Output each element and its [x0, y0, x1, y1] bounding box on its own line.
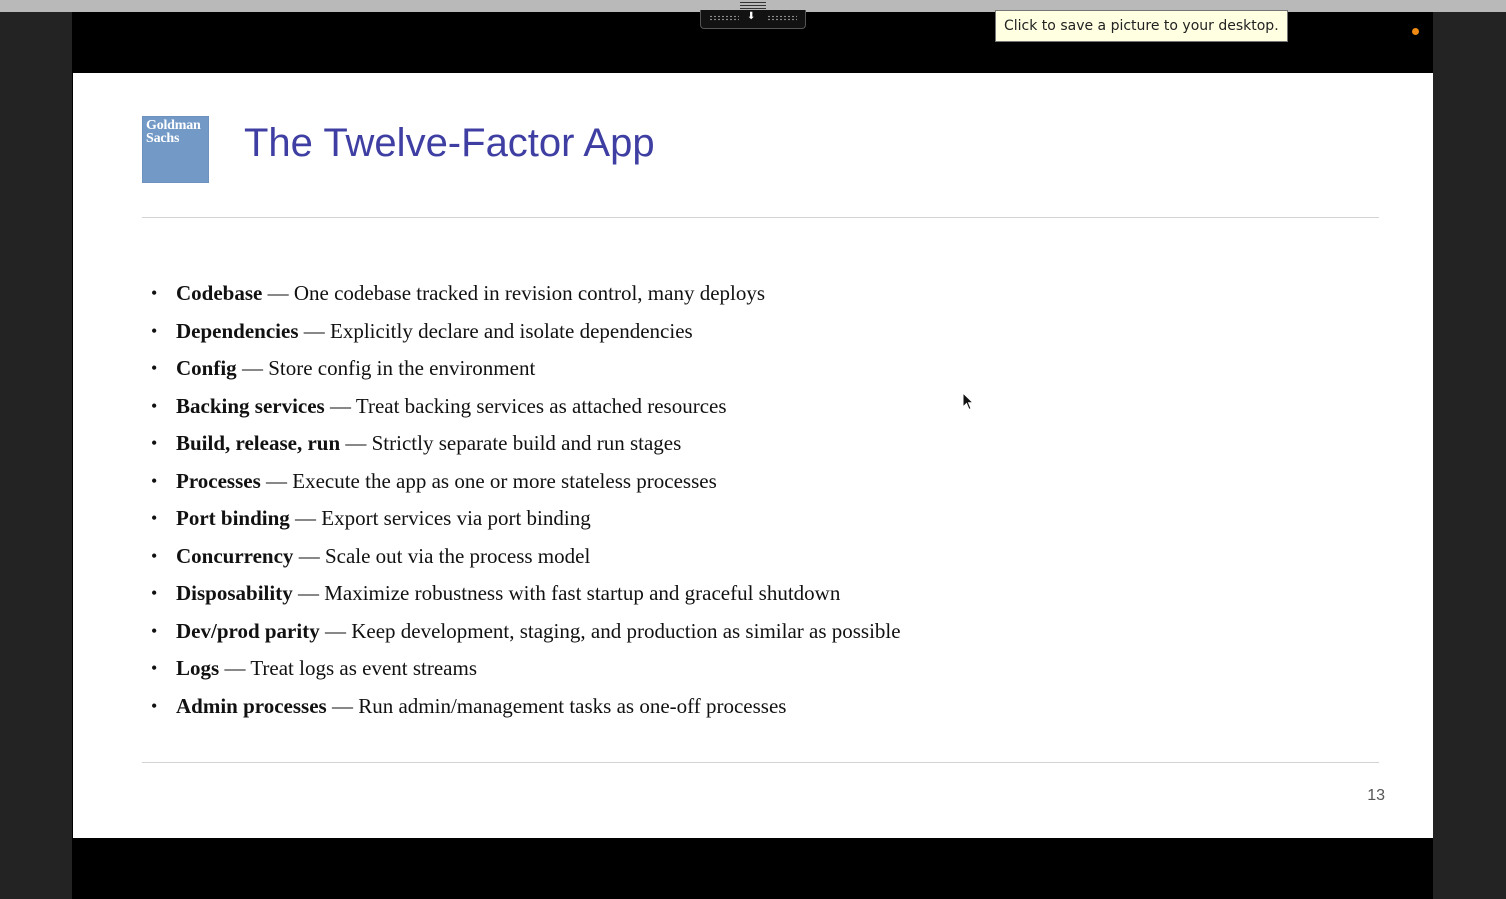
right-margin	[1433, 12, 1506, 899]
handle-dots-icon	[767, 15, 797, 21]
factor-separator: —	[262, 281, 294, 305]
bullet-icon: •	[151, 320, 158, 341]
list-item: • Processes — Execute the app as one or m…	[151, 463, 901, 501]
list-item: • Disposability — Maximize robustness wit…	[151, 575, 901, 613]
bullet-icon: •	[151, 695, 158, 716]
title-divider	[142, 217, 1379, 218]
goldman-sachs-logo: Goldman Sachs	[142, 116, 209, 183]
factor-list: • Codebase — One codebase tracked in revi…	[151, 275, 901, 725]
factor-separator: —	[293, 543, 325, 568]
factor-description: Store config in the environment	[268, 356, 536, 380]
factor-description: Export services via port binding	[321, 506, 591, 530]
factor-description: Keep development, staging, and productio…	[351, 618, 901, 643]
slide-title: The Twelve-Factor App	[244, 121, 655, 165]
bullet-icon: •	[151, 283, 158, 303]
factor-name: Backing services	[176, 393, 325, 418]
bullet-icon: •	[151, 470, 158, 491]
toolbar-drag-handle[interactable]: ⬇	[700, 10, 806, 29]
factor-description: Execute the app as one or more stateless…	[292, 468, 717, 493]
bullet-icon: •	[151, 545, 158, 566]
factor-name: Dependencies	[176, 318, 299, 343]
grip-lines-icon[interactable]	[740, 2, 766, 10]
list-item: • Build, release, run — Strictly separate…	[151, 425, 901, 463]
factor-name: Port binding	[176, 506, 290, 530]
bullet-icon: •	[151, 658, 158, 678]
factor-description: Scale out via the process model	[324, 543, 591, 568]
factor-description: Run admin/management tasks as one-off pr…	[358, 693, 787, 718]
bullet-icon: •	[151, 583, 158, 603]
factor-separator: —	[340, 431, 372, 455]
bullet-icon: •	[151, 508, 158, 528]
factor-name: Admin processes	[176, 693, 327, 718]
factor-separator: —	[219, 656, 251, 680]
list-item: • Concurrency — Scale out via the process…	[151, 538, 901, 576]
list-item: • Dependencies — Explicitly declare and i…	[151, 313, 901, 351]
recording-indicator-icon	[1412, 28, 1419, 35]
handle-dots-icon	[709, 15, 739, 21]
factor-separator: —	[298, 318, 330, 343]
save-picture-tooltip: Click to save a picture to your desktop.	[995, 10, 1288, 42]
factor-name: Config	[176, 356, 237, 380]
factor-separator: —	[236, 356, 269, 380]
factor-description: Treat backing services as attached resou…	[355, 393, 727, 418]
factor-name: Concurrency	[176, 543, 294, 568]
slide-page-number: 13	[1367, 787, 1385, 804]
logo-text: Goldman Sachs	[146, 119, 201, 146]
bullet-icon: •	[151, 395, 158, 416]
factor-separator: —	[319, 618, 352, 643]
factor-description: Strictly separate build and run stages	[371, 431, 682, 455]
list-item: • Logs — Treat logs as event streams	[151, 650, 901, 688]
factor-separator: —	[324, 393, 356, 418]
factor-name: Disposability	[176, 581, 293, 605]
factor-name: Build, release, run	[176, 431, 341, 455]
list-item: • Admin processes — Run admin/management …	[151, 688, 901, 726]
list-item: • Backing services — Treat backing servic…	[151, 388, 901, 426]
factor-description: One codebase tracked in revision control…	[293, 281, 766, 305]
expand-arrow-icon[interactable]: ⬇	[747, 12, 755, 22]
bullet-icon: •	[151, 620, 158, 641]
factor-name: Processes	[176, 468, 261, 493]
footer-divider	[142, 762, 1379, 763]
factor-separator: —	[292, 581, 325, 605]
factor-description: Maximize robustness with fast startup an…	[324, 581, 841, 605]
factor-separator: —	[326, 693, 359, 718]
screen-share-window: ⬇ Click to save a picture to your deskto…	[0, 0, 1506, 899]
factor-description: Treat logs as event streams	[250, 656, 477, 680]
factor-name: Logs	[176, 656, 220, 680]
list-item: • Dev/prod parity — Keep development, sta…	[151, 613, 901, 651]
factor-separator: —	[289, 506, 322, 530]
bullet-icon: •	[151, 433, 158, 453]
left-margin	[0, 12, 72, 899]
factor-name: Dev/prod parity	[176, 618, 320, 643]
factor-name: Codebase	[176, 281, 263, 305]
factor-description: Explicitly declare and isolate dependenc…	[330, 318, 693, 343]
list-item: • Port binding — Export services via port…	[151, 500, 901, 538]
bullet-icon: •	[151, 358, 158, 378]
logo-line-2: Sachs	[146, 131, 180, 146]
mouse-cursor-icon	[962, 392, 974, 411]
slide: Goldman Sachs The Twelve-Factor App • Cod…	[73, 73, 1433, 838]
factor-separator: —	[260, 468, 293, 493]
list-item: • Codebase — One codebase tracked in revi…	[151, 275, 901, 313]
list-item: • Config — Store config in the environmen…	[151, 350, 901, 388]
